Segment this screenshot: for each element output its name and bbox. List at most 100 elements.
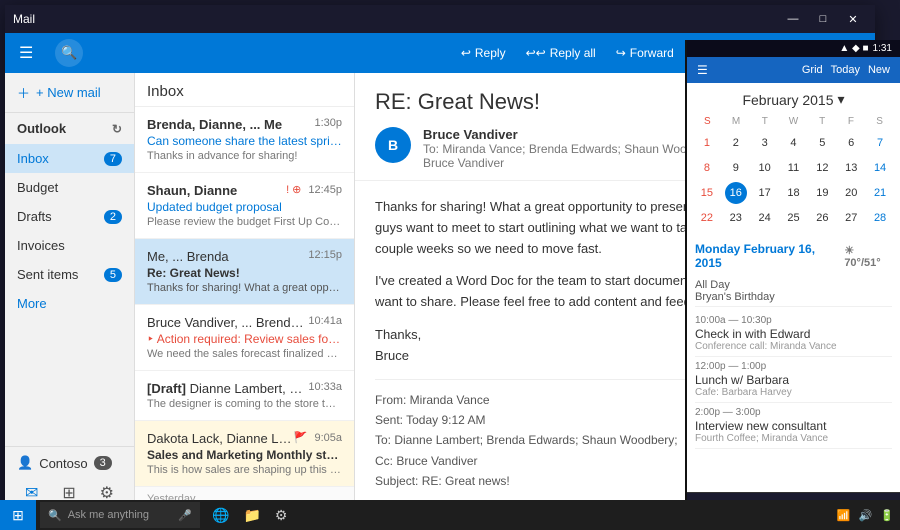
reply-all-button[interactable]: ↩↩ Reply all — [522, 44, 600, 62]
account-item[interactable]: 👤 Contoso 3 — [17, 455, 122, 471]
taskbar-explorer-icon[interactable]: 📁 — [239, 505, 264, 526]
phone-menu-icon[interactable]: ☰ — [697, 63, 708, 77]
new-mail-button[interactable]: ＋ + New mail — [5, 73, 134, 113]
cal-day-14[interactable]: 14 — [869, 157, 891, 179]
cal-day-13[interactable]: 13 — [840, 157, 862, 179]
sidebar-item-sent[interactable]: Sent items 5 — [5, 260, 134, 289]
email-item-top-3: Bruce Vandiver, ... Brenda Edwards 10:41… — [147, 315, 342, 330]
person-icon: 👤 — [17, 455, 33, 471]
close-button[interactable]: ✕ — [839, 9, 867, 29]
phone-time: 1:31 — [873, 43, 892, 54]
sidebar-more-button[interactable]: More — [5, 289, 134, 318]
email-time-2: 12:15p — [308, 249, 342, 261]
cal-day-12[interactable]: 12 — [811, 157, 833, 179]
reply-all-icon: ↩↩ — [526, 46, 546, 60]
email-preview-2: Thanks for sharing! What a great opportu… — [147, 282, 342, 294]
cal-day-9[interactable]: 9 — [725, 157, 747, 179]
day-header-fri: F — [837, 116, 866, 127]
cal-day-23[interactable]: 23 — [725, 207, 747, 229]
cal-day-27[interactable]: 27 — [840, 207, 862, 229]
phone-grid-button[interactable]: Grid — [802, 64, 823, 76]
phone-new-button[interactable]: New — [868, 64, 890, 76]
cal-day-1[interactable]: 1 — [696, 132, 718, 154]
email-preview-0: Thanks in advance for sharing! — [147, 150, 342, 162]
phone-event-2[interactable]: 2:00p — 3:00p Interview new consultant F… — [695, 403, 892, 449]
email-item-1[interactable]: Shaun, Dianne ! ⊕ 12:45p Updated budget … — [135, 173, 354, 239]
phone-event-time-2: 2:00p — 3:00p — [695, 407, 892, 418]
cal-day-25[interactable]: 25 — [782, 207, 804, 229]
cal-day-2[interactable]: 2 — [725, 132, 747, 154]
email-item-3[interactable]: Bruce Vandiver, ... Brenda Edwards 10:41… — [135, 305, 354, 371]
email-list: Inbox Brenda, Dianne, ... Me 1:30p Can s… — [135, 73, 355, 515]
phone-event-date: Monday February 16, 2015 ☀ 70°/51° — [695, 242, 892, 270]
refresh-icon[interactable]: ↻ — [112, 122, 122, 136]
email-time-4: 10:33a — [308, 381, 342, 393]
phone-weather: ☀ 70°/51° — [844, 244, 892, 269]
microphone-icon: 🎤 — [178, 509, 192, 522]
battery-icon: 🔋 — [880, 509, 894, 522]
sidebar-budget-label: Budget — [17, 180, 122, 195]
window-controls: — □ ✕ — [779, 9, 867, 29]
cal-day-21[interactable]: 21 — [869, 182, 891, 204]
phone-month-header: February 2015 ▾ — [687, 83, 900, 116]
email-sender-3: Bruce Vandiver, ... Brenda Edwards — [147, 315, 304, 330]
taskbar-settings-icon[interactable]: ⚙ — [271, 505, 292, 526]
phone-event-1[interactable]: 12:00p — 1:00p Lunch w/ Barbara Cafe: Ba… — [695, 357, 892, 403]
sidebar-item-invoices[interactable]: Invoices — [5, 231, 134, 260]
email-subject-2: Re: Great News! — [147, 266, 342, 280]
maximize-button[interactable]: □ — [809, 9, 837, 29]
reply-button[interactable]: ↩ Reply — [457, 44, 510, 62]
email-item-5[interactable]: Dakota Lack, Dianne Lambert 🚩 9:05a Sale… — [135, 421, 354, 487]
cal-day-22[interactable]: 22 — [696, 207, 718, 229]
minimize-button[interactable]: — — [779, 9, 807, 29]
cal-day-16[interactable]: 16 — [725, 182, 747, 204]
forward-button[interactable]: ↪ Forward — [612, 44, 678, 62]
phone-all-day-event: All Day Bryan's Birthday — [695, 276, 892, 307]
account-name: Outlook — [17, 121, 66, 136]
cal-day-3[interactable]: 3 — [754, 132, 776, 154]
cal-day-19[interactable]: 19 — [811, 182, 833, 204]
email-subject-0: Can someone share the latest spring cata… — [147, 134, 342, 148]
start-button[interactable]: ⊞ — [0, 500, 36, 530]
menu-icon[interactable]: ☰ — [13, 39, 39, 67]
volume-icon: 🔊 — [859, 509, 873, 522]
cal-day-28[interactable]: 28 — [869, 207, 891, 229]
cal-day-11[interactable]: 11 — [782, 157, 804, 179]
cal-day-20[interactable]: 20 — [840, 182, 862, 204]
cal-day-26[interactable]: 26 — [811, 207, 833, 229]
cal-day-24[interactable]: 24 — [754, 207, 776, 229]
title-bar: Mail — □ ✕ — [5, 5, 875, 33]
day-header-thu: T — [808, 116, 837, 127]
cal-day-10[interactable]: 10 — [754, 157, 776, 179]
day-header-wed: W — [779, 116, 808, 127]
inbox-badge: 7 — [104, 152, 122, 166]
email-icons-5: 🚩 9:05a — [294, 431, 342, 444]
cal-day-5[interactable]: 5 — [811, 132, 833, 154]
day-header-sat: S — [865, 116, 894, 127]
email-item-0[interactable]: Brenda, Dianne, ... Me 1:30p Can someone… — [135, 107, 354, 173]
phone-today-button[interactable]: Today — [831, 64, 860, 76]
email-item-4[interactable]: [Draft] Dianne Lambert, Shaun Wc 10:33a … — [135, 371, 354, 421]
phone-event-title-2: Interview new consultant — [695, 419, 892, 433]
account-section: Outlook ↻ — [5, 113, 134, 144]
sidebar-item-inbox[interactable]: Inbox 7 — [5, 144, 134, 173]
cal-day-17[interactable]: 17 — [754, 182, 776, 204]
cal-day-18[interactable]: 18 — [782, 182, 804, 204]
sidebar-item-budget[interactable]: Budget — [5, 173, 134, 202]
email-item-2[interactable]: Me, ... Brenda 12:15p Re: Great News! Th… — [135, 239, 354, 305]
cal-day-15[interactable]: 15 — [696, 182, 718, 204]
phone-event-0[interactable]: 10:00a — 10:30p Check in with Edward Con… — [695, 311, 892, 357]
sidebar: ＋ + New mail Outlook ↻ Inbox 7 Budget Dr… — [5, 73, 135, 515]
taskbar-browser-icon[interactable]: 🌐 — [208, 505, 233, 526]
sidebar-item-drafts[interactable]: Drafts 2 — [5, 202, 134, 231]
taskbar-search[interactable]: 🔍 Ask me anything 🎤 — [40, 502, 200, 528]
email-subject-3: ‣ Action required: Review sales forecast — [147, 332, 342, 346]
cal-day-6[interactable]: 6 — [840, 132, 862, 154]
cal-day-4[interactable]: 4 — [782, 132, 804, 154]
cal-day-7[interactable]: 7 — [869, 132, 891, 154]
day-header-tue: T — [750, 116, 779, 127]
search-button[interactable]: 🔍 — [55, 39, 83, 67]
sidebar-inbox-label: Inbox — [17, 151, 104, 166]
phone-cal-grid: 1 2 3 4 5 6 7 8 9 10 11 12 13 14 15 16 1… — [693, 131, 894, 230]
cal-day-8[interactable]: 8 — [696, 157, 718, 179]
